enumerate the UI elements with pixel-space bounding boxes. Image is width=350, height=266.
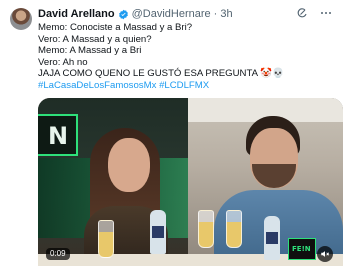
tweet-actions-top	[296, 6, 332, 18]
tweet-line: Memo: A Massad y a Bri	[38, 45, 142, 57]
show-logo	[38, 114, 78, 156]
verified-badge-icon	[118, 9, 129, 20]
water-bottle	[264, 216, 280, 260]
wine-glass	[98, 220, 114, 258]
wine-glass	[226, 210, 242, 248]
tweet-line: JAJA COMO QUENO LE GUSTÓ ESA PREGUNTA 🤡💀	[38, 68, 285, 80]
separator-dot: ·	[213, 8, 218, 20]
tweet-line: Memo: Conociste a Massad y a Bri?	[38, 22, 193, 33]
author-handle[interactable]: @DavidHernare	[132, 8, 211, 20]
woman-face	[108, 138, 150, 192]
show-watermark	[288, 238, 316, 260]
tweet-time[interactable]: 3h	[220, 8, 232, 20]
video-duration: 0:09	[46, 248, 70, 260]
tweet-card[interactable]: David Arellano @DavidHernare · 3h Memo: …	[0, 0, 350, 266]
author-avatar[interactable]	[10, 8, 32, 30]
hashtag-link[interactable]: #LaCasaDeLosFamososMx	[38, 80, 156, 91]
hashtag-line: #LaCasaDeLosFamososMx #LCDLFMX	[38, 80, 343, 92]
speaker-muted-icon[interactable]	[317, 246, 333, 262]
tweet-line: Vero: Ah no	[38, 56, 88, 68]
tweet-text: Memo: Conociste a Massad y a Bri? Vero: …	[38, 22, 343, 92]
hashtag-link[interactable]: #LCDLFMX	[159, 80, 209, 91]
water-bottle	[150, 210, 166, 254]
tweet-header: David Arellano @DavidHernare · 3h	[38, 6, 233, 22]
more-options-icon[interactable]	[320, 6, 332, 18]
author-name[interactable]: David Arellano	[38, 8, 115, 20]
wine-glass	[198, 210, 214, 248]
grok-icon[interactable]	[296, 6, 308, 18]
video-player[interactable]: 0:09	[38, 98, 343, 266]
tweet-line: Vero: A Massad y a quien?	[38, 33, 152, 45]
